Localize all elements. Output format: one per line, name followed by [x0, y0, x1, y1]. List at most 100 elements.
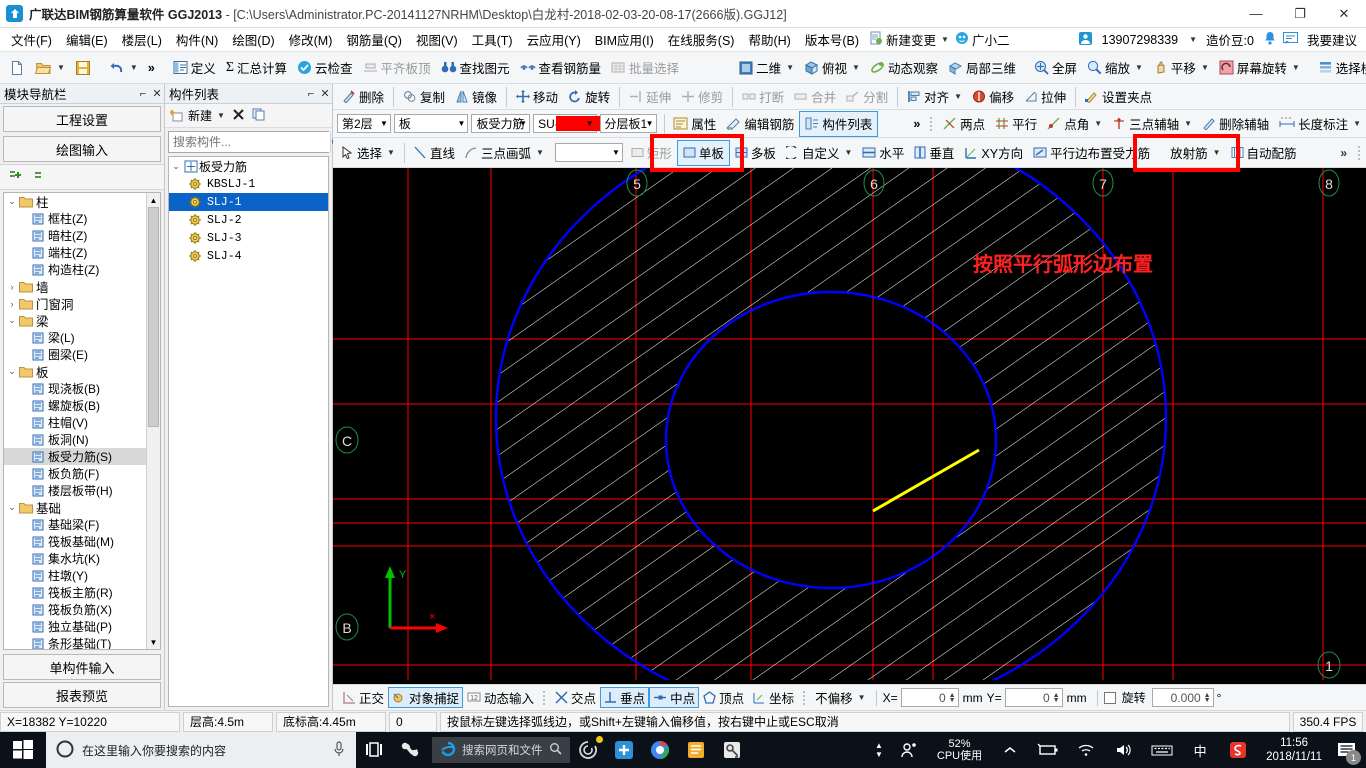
vertical-button[interactable]: 垂直: [909, 140, 959, 166]
menu-tools[interactable]: 工具(T): [465, 28, 520, 51]
length-dimension-chevron-down-icon[interactable]: ▼: [1353, 119, 1361, 128]
point-angle-button[interactable]: 点角 ▼: [1042, 111, 1107, 137]
notification-app-icon[interactable]: [570, 732, 606, 768]
menu-draw[interactable]: 绘图(D): [225, 28, 281, 51]
module-tree-node-2[interactable]: 暗柱(Z): [4, 227, 146, 244]
zoom-button[interactable]: 缩放 ▼: [1082, 55, 1148, 81]
tray-scroll-arrows[interactable]: ▲ ▼: [869, 741, 889, 759]
project-settings-button[interactable]: 工程设置: [3, 106, 161, 132]
ie-search-icon[interactable]: [549, 742, 562, 758]
menu-cloud[interactable]: 云应用(Y): [520, 28, 588, 51]
break-button[interactable]: 打断: [737, 84, 789, 110]
drawing-canvas[interactable]: 5 6 7 8 C B 1 Y × 按照平行弧形边布置: [333, 168, 1366, 684]
shape-chevron-down-icon[interactable]: ▼: [612, 144, 620, 161]
zoom-chevron-down-icon[interactable]: ▼: [1135, 63, 1143, 72]
menu-floor[interactable]: 楼层(L): [115, 28, 169, 51]
screen-rotate-chevron-down-icon[interactable]: ▼: [1292, 63, 1300, 72]
menu-online-service[interactable]: 在线服务(S): [661, 28, 742, 51]
component-item-4[interactable]: SLJ-4: [169, 247, 328, 265]
align-button[interactable]: 对齐 ▼: [902, 84, 967, 110]
category-chevron-down-icon[interactable]: ▼: [458, 115, 466, 132]
remove-icon[interactable]: [32, 169, 48, 185]
save-button[interactable]: [70, 55, 96, 81]
scroll-up-icon[interactable]: ▲: [147, 193, 160, 207]
y-spinner-arrows[interactable]: ▲ ▼: [1053, 692, 1060, 704]
component-item-1[interactable]: SLJ-1: [169, 193, 328, 211]
select-floor-button[interactable]: 选择楼层: [1313, 55, 1366, 81]
key-app-icon[interactable]: [714, 732, 750, 768]
module-tree-node-16[interactable]: 板负筋(F): [4, 465, 146, 482]
sogou-app-icon[interactable]: [392, 732, 428, 768]
auto-rebar-button[interactable]: 自动配筋: [1226, 140, 1302, 166]
length-dimension-button[interactable]: 长度标注 ▼: [1274, 111, 1366, 137]
volume-icon[interactable]: [1106, 732, 1142, 768]
align-slab-top-button[interactable]: 平齐板顶: [358, 55, 436, 81]
canvas-drawing[interactable]: 5 6 7 8 C B 1 Y ×: [333, 168, 1366, 680]
view-rebar-qty-button[interactable]: 查看钢筋量: [515, 55, 607, 81]
module-tree-node-26[interactable]: 条形基础(T): [4, 635, 146, 649]
menu-view[interactable]: 视图(V): [409, 28, 465, 51]
batch-select-button[interactable]: 批量选择: [606, 55, 684, 81]
battery-icon[interactable]: [1030, 732, 1066, 768]
offset-mode-chevron-down-icon[interactable]: ▼: [858, 693, 866, 702]
delete-component-icon[interactable]: [232, 108, 245, 124]
horizontal-button[interactable]: 水平: [857, 140, 909, 166]
scroll-down-icon[interactable]: ▼: [147, 635, 160, 649]
point-angle-chevron-down-icon[interactable]: ▼: [1094, 119, 1102, 128]
new-component-button[interactable]: 新建 ▼: [170, 107, 225, 124]
microphone-icon[interactable]: [332, 741, 346, 760]
layer-chevron-down-icon[interactable]: ▼: [646, 115, 654, 132]
top-view-chevron-down-icon[interactable]: ▼: [852, 63, 860, 72]
blue-plus-app-icon[interactable]: [606, 732, 642, 768]
module-tree-node-5[interactable]: › 墙: [4, 278, 146, 295]
multi-slab-button[interactable]: 多板: [730, 140, 781, 166]
expand-icon[interactable]: ›: [6, 299, 18, 309]
module-tree-node-24[interactable]: 筏板负筋(X): [4, 601, 146, 618]
open-file-chevron-down-icon[interactable]: ▼: [57, 63, 65, 72]
component-pin-icon[interactable]: ⌐: [304, 88, 318, 100]
rotate-spinner-arrows[interactable]: ▲ ▼: [1204, 692, 1211, 704]
trim-button[interactable]: 修剪: [676, 84, 728, 110]
parallel-axis-button[interactable]: 平行: [990, 111, 1042, 137]
collapse-icon[interactable]: ⌄: [6, 366, 18, 377]
scrollbar-thumb[interactable]: [148, 207, 159, 427]
menu-file[interactable]: 文件(F): [4, 28, 59, 51]
component-item-2[interactable]: SLJ-2: [169, 211, 328, 229]
module-tree-node-7[interactable]: ⌄ 梁: [4, 312, 146, 329]
module-tree-node-21[interactable]: 集水坑(K): [4, 550, 146, 567]
module-tree-node-19[interactable]: 基础梁(F): [4, 516, 146, 533]
floor-chevron-down-icon[interactable]: ▼: [380, 115, 388, 132]
ime-indicator[interactable]: 中: [1182, 732, 1218, 768]
dynamic-input-toggle[interactable]: 12 动态输入: [463, 687, 538, 708]
radial-rebar-chevron-down-icon[interactable]: ▼: [1213, 148, 1221, 157]
toolbar1-overflow-button[interactable]: »: [143, 55, 160, 81]
component-item-3[interactable]: SLJ-3: [169, 229, 328, 247]
module-tree-node-1[interactable]: 框柱(Z): [4, 210, 146, 227]
module-tree-node-10[interactable]: ⌄ 板: [4, 363, 146, 380]
stretch-button[interactable]: 拉伸: [1019, 84, 1071, 110]
menu-component[interactable]: 构件(N): [169, 28, 225, 51]
custom-tool-button[interactable]: 自定义 ▼: [781, 140, 857, 166]
dynamic-orbit-button[interactable]: 动态观察: [865, 55, 943, 81]
people-icon[interactable]: [891, 732, 927, 768]
screen-rotate-button[interactable]: 屏幕旋转 ▼: [1214, 55, 1305, 81]
module-tree-node-0[interactable]: ⌄ 柱: [4, 193, 146, 210]
module-tree[interactable]: ⌄ 柱框柱(Z) 暗柱(Z) 端柱(Z) 构造柱(Z) › 墙 › 门窗洞 ⌄ 梁梁(L) 圈梁(E)…: [3, 192, 161, 650]
chrome-browser-icon[interactable]: [642, 732, 678, 768]
rotate-checkbox[interactable]: [1103, 691, 1116, 704]
report-preview-button[interactable]: 报表预览: [3, 682, 161, 708]
module-tree-node-11[interactable]: 现浇板(B): [4, 380, 146, 397]
toolbar4-overflow[interactable]: »: [1334, 146, 1353, 160]
module-tree-node-3[interactable]: 端柱(Z): [4, 244, 146, 261]
rotate-button[interactable]: 旋转: [563, 84, 615, 110]
local-3d-button[interactable]: 局部三维: [943, 55, 1021, 81]
account-number[interactable]: 13907298339: [1099, 32, 1181, 48]
split-button[interactable]: 分割: [841, 84, 893, 110]
custom-tool-chevron-down-icon[interactable]: ▼: [844, 148, 852, 157]
chevron-down-icon[interactable]: ▼: [941, 35, 949, 44]
menu-modify[interactable]: 修改(M): [282, 28, 340, 51]
three-point-axis-chevron-down-icon[interactable]: ▼: [1184, 119, 1192, 128]
collapse-icon[interactable]: ⌄: [6, 502, 18, 513]
fullscreen-button[interactable]: 全屏: [1029, 55, 1082, 81]
top-view-button[interactable]: 俯视 ▼: [799, 55, 865, 81]
